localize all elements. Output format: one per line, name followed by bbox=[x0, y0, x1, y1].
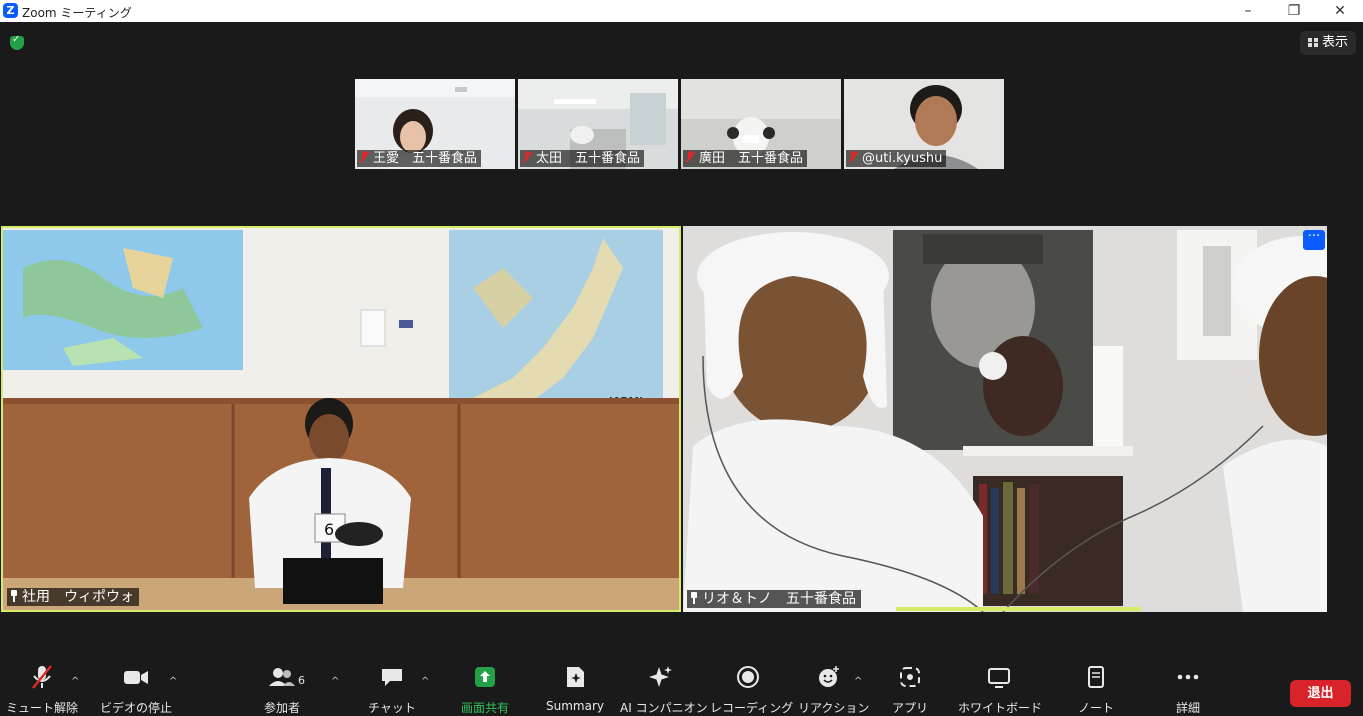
thumbnail-video-3[interactable]: 廣田 五十番食品 bbox=[681, 79, 841, 169]
apps-icon bbox=[900, 667, 920, 687]
view-button-label: 表示 bbox=[1321, 35, 1348, 50]
participant-name: 社用 ウィポウォ bbox=[22, 589, 134, 605]
more-dots-icon bbox=[1177, 674, 1199, 680]
apps-label: アプリ bbox=[891, 701, 928, 715]
record-icon bbox=[737, 666, 759, 688]
whiteboard-icon bbox=[988, 668, 1010, 688]
share-screen-button[interactable]: 画面共有 bbox=[452, 664, 518, 716]
more-button[interactable]: 詳細 bbox=[1164, 664, 1212, 716]
mic-muted-icon bbox=[522, 151, 532, 163]
maximize-button[interactable]: ❐ bbox=[1271, 0, 1317, 22]
participant-name-label: 王愛 五十番食品 bbox=[357, 150, 482, 167]
encryption-shield-icon[interactable] bbox=[10, 34, 24, 50]
thumbnail-video-1[interactable]: 王愛 五十番食品 bbox=[355, 79, 515, 169]
whiteboard-button[interactable]: ホワイトボード bbox=[958, 664, 1043, 716]
participants-icon bbox=[269, 668, 295, 686]
reactions-options-caret[interactable]: ^ bbox=[854, 676, 862, 687]
zoom-logo-icon: Z bbox=[3, 3, 18, 18]
stop-video-button[interactable]: ビデオの停止 bbox=[98, 664, 174, 716]
title-bar: Z Zoom ミーティング – ❐ ✕ bbox=[0, 0, 1363, 22]
participants-button[interactable]: 参加者 bbox=[252, 664, 312, 716]
participant-name: 王愛 五十番食品 bbox=[373, 151, 478, 166]
ai-companion-button[interactable]: AI コンパニオン bbox=[620, 664, 708, 716]
video-options-caret[interactable]: ^ bbox=[169, 676, 177, 687]
chat-options-caret[interactable]: ^ bbox=[421, 676, 429, 687]
summary-button[interactable]: Summary bbox=[543, 664, 607, 716]
audio-options-caret[interactable]: ^ bbox=[71, 676, 79, 687]
window-title: Zoom ミーティング bbox=[22, 6, 132, 20]
speaking-indicator bbox=[896, 607, 1141, 611]
participant-video-feed: JAPAN 6 bbox=[3, 228, 679, 610]
leave-button[interactable]: 退出 bbox=[1290, 680, 1351, 707]
unmute-label: ミュート解除 bbox=[6, 701, 79, 715]
pin-icon bbox=[10, 590, 18, 602]
reactions-label: リアクション bbox=[798, 701, 870, 715]
summary-label: Summary bbox=[546, 699, 604, 713]
close-button[interactable]: ✕ bbox=[1317, 0, 1363, 22]
grid-icon bbox=[1307, 38, 1318, 47]
entry-number-badge: 6 bbox=[324, 520, 334, 539]
participant-video-tile[interactable]: ··· リオ＆トノ 五十番食品 bbox=[683, 226, 1327, 612]
record-label: レコーディング bbox=[710, 701, 794, 715]
participant-name: 廣田 五十番食品 bbox=[699, 151, 804, 166]
participant-name: リオ＆トノ 五十番食品 bbox=[702, 591, 856, 607]
more-options-button[interactable]: ··· bbox=[1303, 230, 1325, 250]
smiley-icon bbox=[819, 666, 839, 687]
mic-muted-icon bbox=[685, 151, 695, 163]
participant-name-label: 太田 五十番食品 bbox=[520, 150, 645, 167]
video-camera-icon bbox=[124, 671, 148, 684]
chat-label: チャット bbox=[368, 701, 416, 715]
participant-name-label: @uti.kyushu bbox=[846, 150, 947, 167]
share-screen-icon bbox=[475, 667, 495, 687]
mic-muted-icon bbox=[32, 665, 52, 689]
chat-bubble-icon bbox=[382, 669, 402, 686]
participants-count: 6 bbox=[298, 674, 305, 687]
reactions-button[interactable]: リアクション bbox=[798, 664, 870, 716]
mic-muted-icon bbox=[359, 151, 369, 163]
whiteboard-label: ホワイトボード bbox=[958, 701, 1043, 715]
notes-label: ノート bbox=[1077, 701, 1114, 715]
participant-name-label: 社用 ウィポウォ bbox=[7, 588, 139, 606]
participant-video-feed bbox=[683, 226, 1327, 612]
participant-name: @uti.kyushu bbox=[862, 151, 943, 166]
summary-document-icon bbox=[567, 667, 584, 687]
apps-button[interactable]: アプリ bbox=[886, 664, 934, 716]
participants-label: 参加者 bbox=[263, 701, 300, 715]
notes-icon bbox=[1088, 666, 1104, 688]
notes-button[interactable]: ノート bbox=[1072, 664, 1120, 716]
more-label: 詳細 bbox=[1175, 701, 1200, 715]
active-speaker-video-tile[interactable]: JAPAN 6 社用 ウィポウォ bbox=[1, 226, 681, 612]
participant-name: 太田 五十番食品 bbox=[536, 151, 641, 166]
meeting-toolbar: ミュート解除 ^ ビデオの停止 ^ 参加者 6 ^ チャット ^ 画面共有 Su… bbox=[0, 664, 1363, 716]
participant-name-label: 廣田 五十番食品 bbox=[683, 150, 808, 167]
stop-video-label: ビデオの停止 bbox=[99, 701, 172, 715]
ai-sparkle-icon bbox=[649, 666, 672, 687]
pin-icon bbox=[690, 592, 698, 604]
chat-button[interactable]: チャット bbox=[366, 664, 418, 716]
ai-companion-label: AI コンパニオン bbox=[620, 701, 708, 715]
view-button[interactable]: 表示 bbox=[1299, 31, 1356, 55]
thumbnail-video-4[interactable]: @uti.kyushu bbox=[844, 79, 1004, 169]
minimize-button[interactable]: – bbox=[1225, 0, 1271, 22]
participants-options-caret[interactable]: ^ bbox=[331, 676, 339, 687]
record-button[interactable]: レコーディング bbox=[710, 664, 794, 716]
thumbnail-video-2[interactable]: 太田 五十番食品 bbox=[518, 79, 678, 169]
mic-muted-icon bbox=[848, 151, 858, 163]
unmute-button[interactable]: ミュート解除 bbox=[6, 664, 78, 716]
participant-name-label: リオ＆トノ 五十番食品 bbox=[687, 590, 861, 608]
share-screen-label: 画面共有 bbox=[460, 701, 509, 715]
